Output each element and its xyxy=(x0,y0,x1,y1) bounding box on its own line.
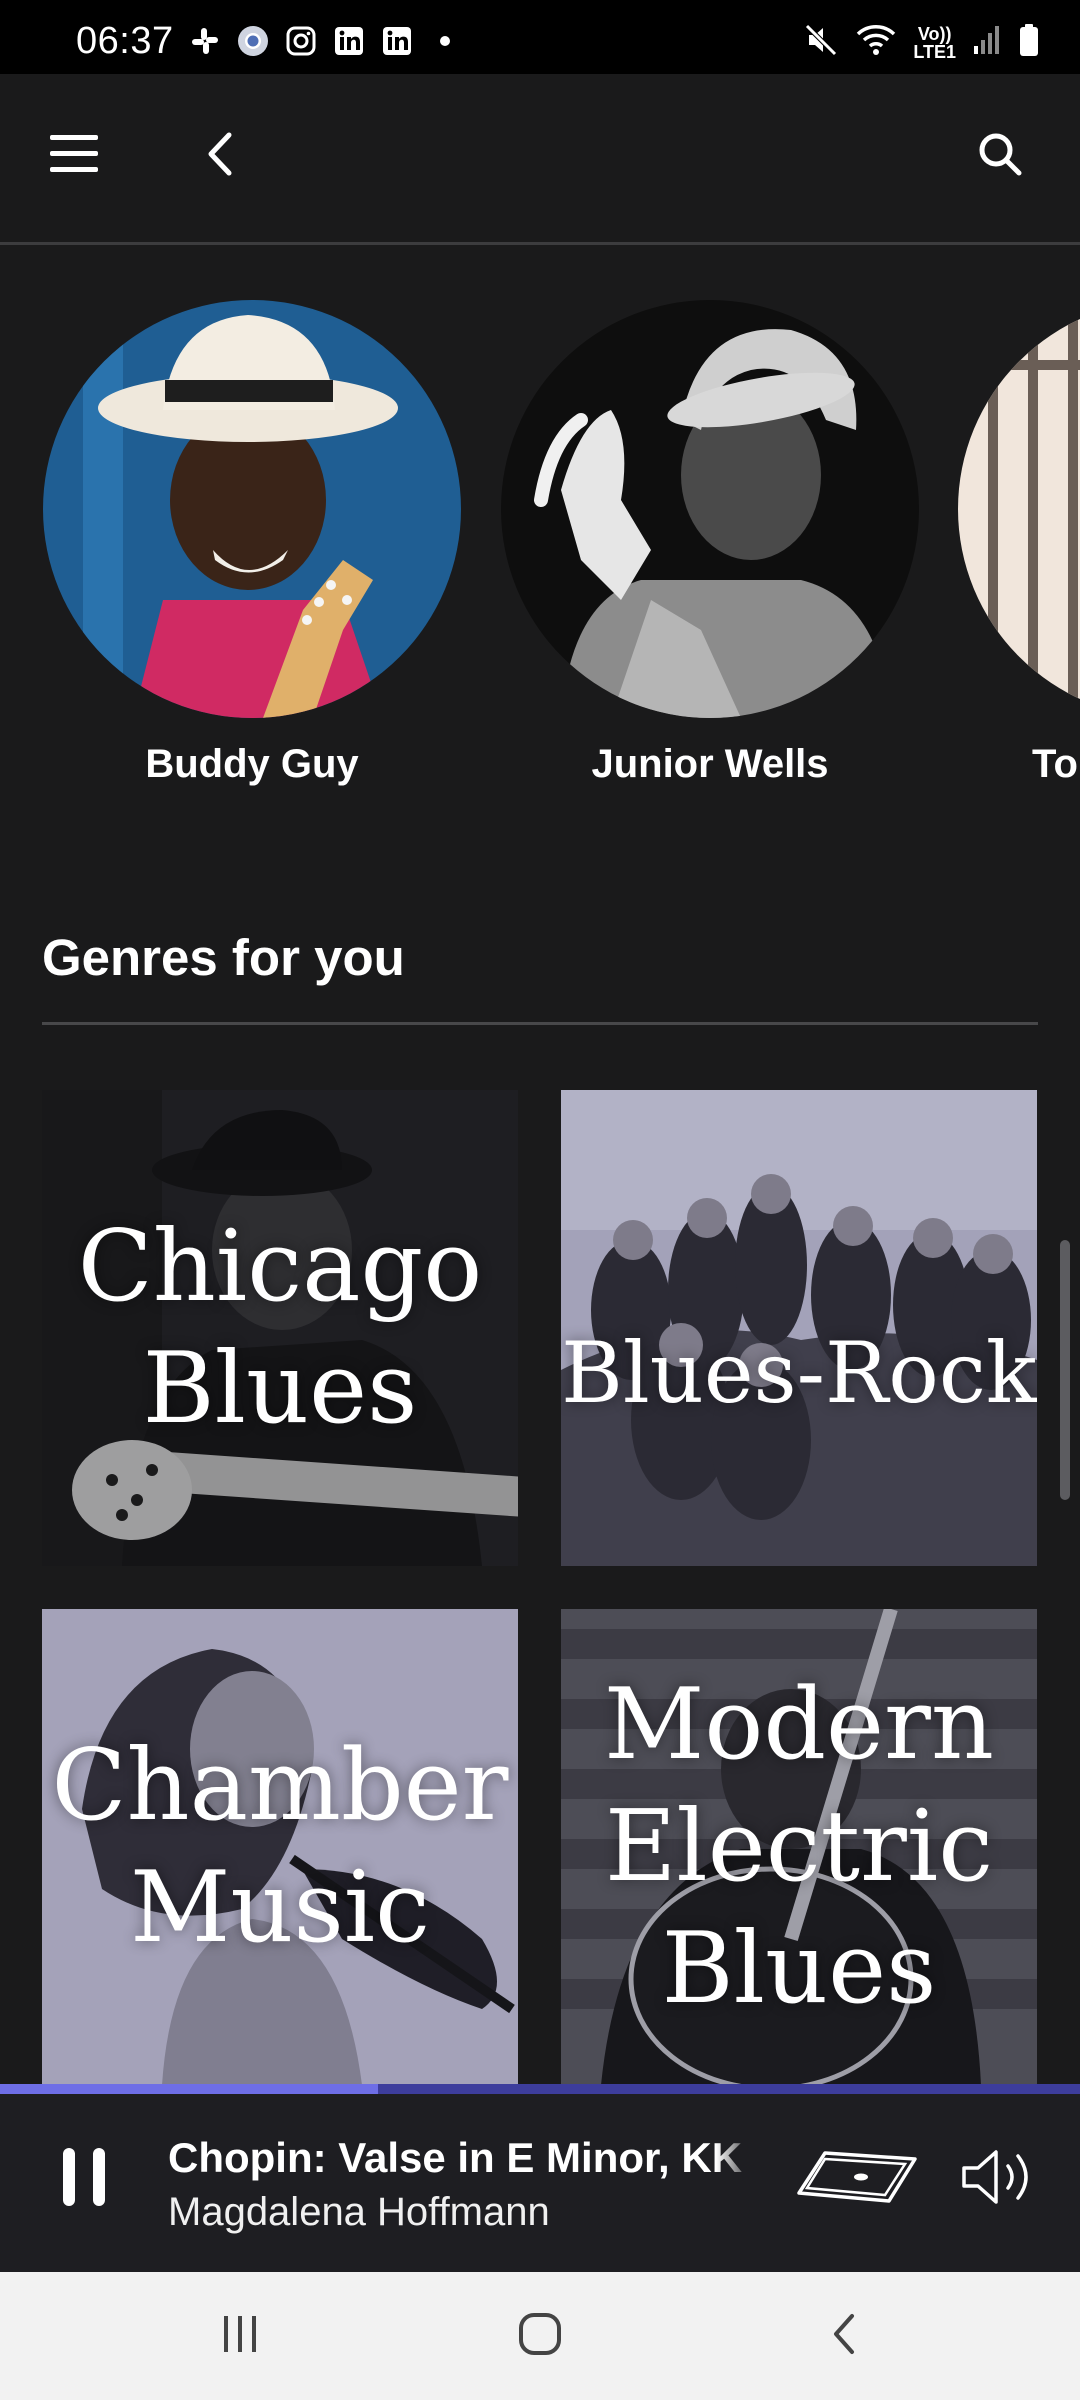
volume-icon xyxy=(960,2146,1040,2213)
artist-name: To xyxy=(1032,742,1078,786)
artist-photo xyxy=(958,300,1080,718)
battery-icon xyxy=(1018,23,1040,62)
linkedin-icon xyxy=(332,24,366,58)
genre-tile-chamber-music[interactable]: Chamber Music xyxy=(42,1609,518,2085)
genre-label-line: Electric xyxy=(604,1790,994,1904)
home-icon xyxy=(518,2312,562,2361)
recents-button[interactable] xyxy=(200,2296,280,2376)
cast-button[interactable] xyxy=(792,2134,922,2224)
genre-label: Modern Electric Blues xyxy=(561,1664,1037,2030)
device-icon xyxy=(795,2149,919,2210)
artist-photo xyxy=(501,300,919,718)
artist-name: Buddy Guy xyxy=(145,742,359,786)
lte-icon: Vo)) LTE1 xyxy=(913,25,956,61)
search-button[interactable] xyxy=(968,126,1032,186)
nav-back-button[interactable] xyxy=(804,2296,884,2376)
pause-button[interactable] xyxy=(44,2134,124,2224)
genre-label-line: Chamber xyxy=(51,1729,509,1843)
instagram-icon xyxy=(284,24,318,58)
status-time: 06:37 xyxy=(76,20,174,62)
genre-label-line: Chicago xyxy=(77,1210,483,1324)
system-nav-bar xyxy=(0,2272,1080,2400)
scrollbar[interactable] xyxy=(1060,1240,1070,1500)
genre-tile-blues-rock[interactable]: Blues-Rock xyxy=(561,1090,1037,1566)
playback-progress[interactable] xyxy=(0,2084,1080,2094)
menu-button[interactable] xyxy=(34,126,114,186)
back-icon xyxy=(830,2312,858,2361)
track-title[interactable]: Chopin: Valse in E Minor, KK IV xyxy=(168,2134,756,2182)
genre-label: Blues-Rock xyxy=(561,1312,1037,1434)
recents-icon xyxy=(220,2314,260,2359)
status-bar: 06:37 Vo)) LTE1 xyxy=(0,0,1080,74)
lte-label: LTE1 xyxy=(913,41,956,62)
volume-button[interactable] xyxy=(950,2134,1050,2224)
genre-label-line: Blues xyxy=(661,1912,937,2026)
hamburger-menu-icon xyxy=(49,132,99,181)
genre-label-line: Blues-Rock xyxy=(561,1324,1037,1422)
genre-tile-chicago-blues[interactable]: Chicago Blues xyxy=(42,1090,518,1566)
genre-label-line: Modern xyxy=(603,1668,995,1782)
wifi-icon xyxy=(855,22,897,63)
pause-icon xyxy=(57,2146,111,2213)
section-divider xyxy=(42,1022,1038,1025)
artist-name: Junior Wells xyxy=(591,742,829,786)
notification-icons xyxy=(188,24,462,58)
system-icons: Vo)) LTE1 xyxy=(803,22,1040,63)
signal-icon xyxy=(972,24,1002,61)
screen: { "status_bar": { "time": "06:37", "left… xyxy=(0,0,1080,2400)
slack-icon xyxy=(188,24,222,58)
mute-icon xyxy=(803,22,839,63)
back-button[interactable] xyxy=(190,126,250,186)
app-bar xyxy=(0,74,1080,244)
dot-icon xyxy=(428,24,462,58)
section-title: Genres for you xyxy=(42,929,405,986)
artist-card[interactable]: Junior Wells xyxy=(500,300,920,787)
genre-label-line: Music xyxy=(130,1851,430,1965)
back-chevron-icon xyxy=(205,131,235,182)
app-bar-divider xyxy=(0,242,1080,245)
linkedin-icon xyxy=(380,24,414,58)
playback-progress-fill xyxy=(0,2084,378,2094)
genre-tile-modern-electric-blues[interactable]: Modern Electric Blues xyxy=(561,1609,1037,2085)
genre-label: Chamber Music xyxy=(42,1725,518,1969)
genre-label: Chicago Blues xyxy=(42,1206,518,1450)
artist-card[interactable]: To xyxy=(958,300,1080,787)
artist-card[interactable]: Buddy Guy xyxy=(42,300,462,787)
track-artist[interactable]: Magdalena Hoffmann xyxy=(168,2190,550,2235)
artist-photo xyxy=(43,300,461,718)
volte-label: Vo)) xyxy=(917,23,952,44)
genre-label-line: Blues xyxy=(142,1332,418,1446)
home-button[interactable] xyxy=(500,2296,580,2376)
search-icon xyxy=(977,131,1023,182)
chrome-icon xyxy=(236,24,270,58)
